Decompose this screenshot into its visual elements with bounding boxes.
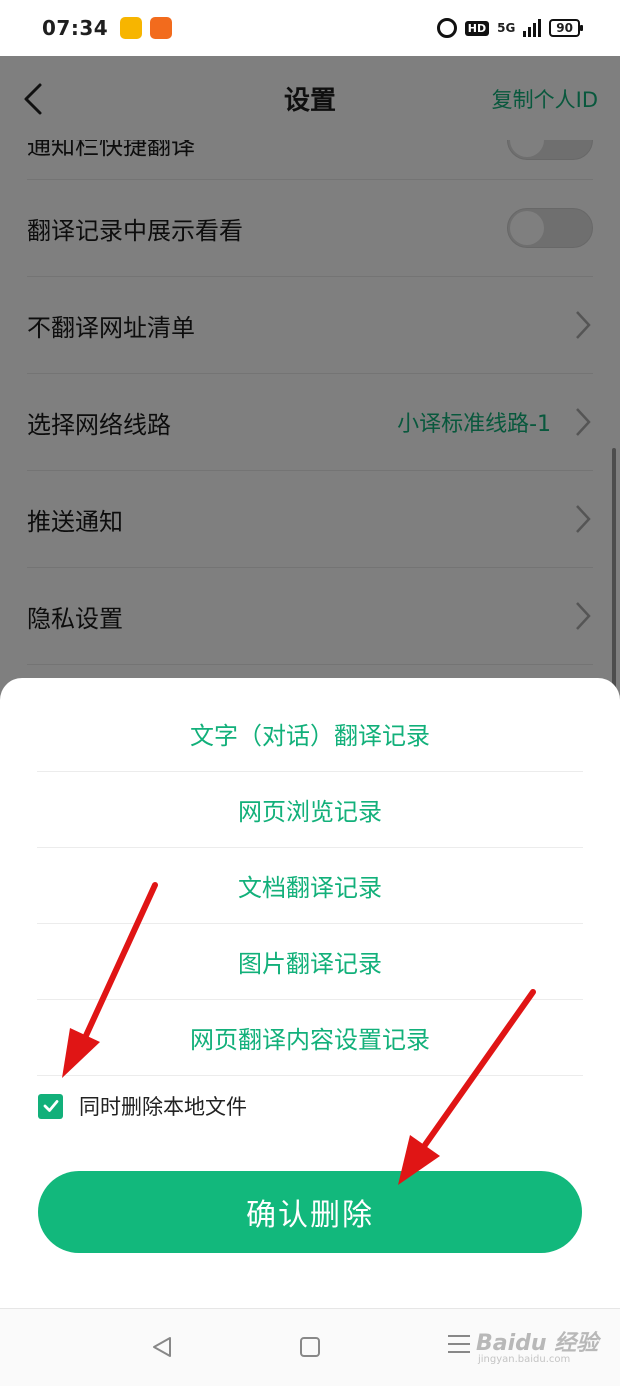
status-bar: 07:34 HD 5G 90 bbox=[0, 0, 620, 56]
option-web-translation-settings-records[interactable]: 网页翻译内容设置记录 bbox=[37, 1000, 583, 1076]
status-time: 07:34 bbox=[42, 16, 109, 40]
watermark-url: jingyan.baidu.com bbox=[478, 1354, 571, 1365]
nav-menu-icon[interactable] bbox=[448, 1335, 470, 1359]
delete-local-files-checkbox[interactable] bbox=[38, 1093, 63, 1119]
nav-home-icon[interactable] bbox=[300, 1337, 320, 1357]
delete-local-files-checkbox-row[interactable]: 同时删除本地文件 bbox=[38, 1091, 247, 1121]
delete-records-sheet: 文字（对话）翻译记录 网页浏览记录 文档翻译记录 图片翻译记录 网页翻译内容设置… bbox=[0, 678, 620, 1308]
battery-icon: 90 bbox=[549, 19, 583, 37]
app-notification-icon bbox=[120, 17, 143, 39]
network-label: 5G bbox=[497, 21, 516, 35]
signal-icon bbox=[523, 19, 542, 37]
alarm-icon bbox=[436, 18, 457, 38]
option-document-translation-records[interactable]: 文档翻译记录 bbox=[37, 848, 583, 924]
confirm-delete-button[interactable]: 确认删除 bbox=[38, 1171, 582, 1253]
option-text-translation-records[interactable]: 文字（对话）翻译记录 bbox=[37, 678, 583, 772]
app-notification-icon bbox=[150, 17, 173, 39]
hd-icon: HD bbox=[464, 20, 490, 36]
delete-local-files-label: 同时删除本地文件 bbox=[79, 1095, 247, 1119]
check-icon bbox=[43, 1100, 58, 1112]
option-image-translation-records[interactable]: 图片翻译记录 bbox=[37, 924, 583, 1000]
system-nav-bar: Baidu 经验 jingyan.baidu.com bbox=[0, 1308, 620, 1386]
nav-back-icon[interactable] bbox=[150, 1335, 174, 1359]
option-web-browsing-records[interactable]: 网页浏览记录 bbox=[37, 772, 583, 848]
watermark-logo: Baidu 经验 bbox=[476, 1331, 599, 1356]
